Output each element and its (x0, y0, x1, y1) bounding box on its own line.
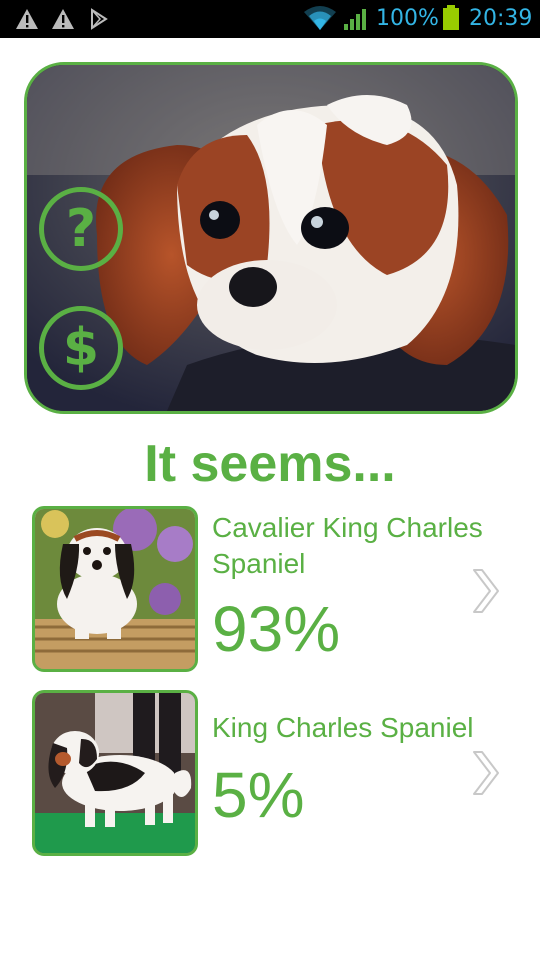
result-item-cavalier[interactable]: Cavalier King Charles Spaniel 93% (32, 506, 512, 672)
clock: 20:39 (469, 6, 533, 31)
status-bar: 100% 20:39 (0, 0, 540, 38)
dog-photo: ? $ (24, 62, 518, 414)
cavalier-thumbnail-image (35, 509, 195, 669)
match-percent: 5% (212, 759, 305, 831)
purchase-button[interactable]: $ (39, 306, 123, 390)
battery-icon (443, 5, 459, 30)
chevron-right-icon[interactable] (464, 748, 504, 798)
signal-icon (344, 9, 366, 30)
result-heading: It seems... (144, 435, 396, 493)
help-button[interactable]: ? (39, 187, 123, 271)
battery-percent: 100% (376, 6, 439, 31)
king-charles-thumbnail-image (35, 693, 195, 853)
result-item-king-charles[interactable]: King Charles Spaniel 5% (32, 690, 512, 856)
warning-icon (16, 9, 38, 29)
king-charles-thumbnail (32, 690, 198, 856)
breed-name: King Charles Spaniel (212, 712, 474, 743)
wifi-icon (304, 6, 336, 30)
play-store-icon (91, 8, 108, 30)
chevron-right-icon[interactable] (464, 566, 504, 616)
match-percent: 93% (212, 593, 341, 665)
cavalier-thumbnail (32, 506, 198, 672)
dollar-icon: $ (62, 318, 100, 378)
warning-icon (52, 9, 74, 29)
question-mark-icon: ? (65, 199, 97, 259)
